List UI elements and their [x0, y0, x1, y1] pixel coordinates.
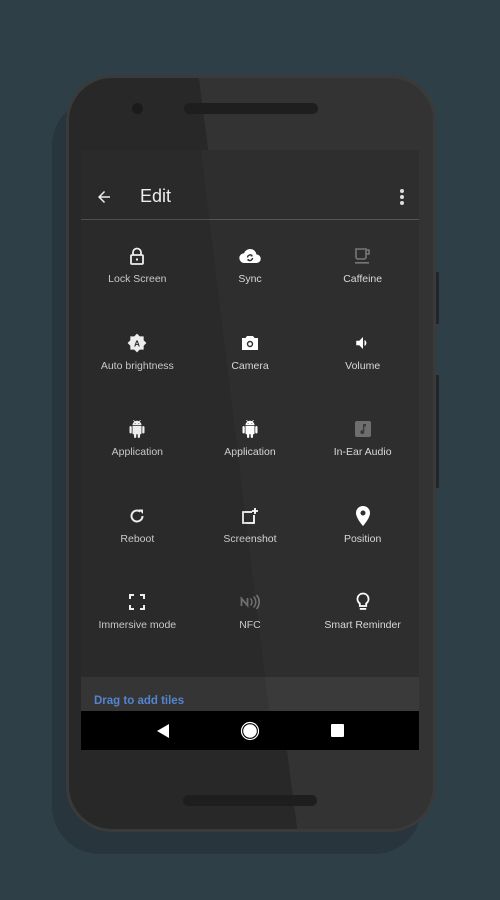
lock-icon	[126, 245, 148, 267]
tile-screenshot[interactable]: Screenshot	[194, 505, 307, 592]
tile-reboot[interactable]: Reboot	[81, 505, 194, 592]
volume-icon	[352, 332, 374, 354]
coffee-cup-icon	[352, 245, 374, 267]
tile-label: Lock Screen	[108, 273, 167, 285]
tile-label: Camera	[231, 359, 269, 372]
tile-label: Position	[343, 532, 382, 545]
app-bar: Edit	[81, 150, 419, 220]
tile-label: Caffeine	[343, 273, 383, 285]
phone-frame: Edit Lock Screen Sync Caffeine A Auto br…	[66, 75, 436, 832]
screenshot-add-icon	[239, 505, 261, 527]
page-title: Edit	[140, 186, 172, 206]
tile-in-ear-audio[interactable]: In-Ear Audio	[306, 418, 419, 505]
tile-label: Auto brightness	[100, 359, 174, 372]
lightbulb-icon	[352, 591, 374, 613]
location-pin-icon	[352, 505, 374, 527]
tile-smart-reminder[interactable]: Smart Reminder	[306, 591, 419, 678]
music-note-icon	[352, 418, 374, 440]
bottom-speaker	[183, 795, 317, 806]
nav-recents-icon[interactable]	[326, 720, 348, 742]
screen: Edit Lock Screen Sync Caffeine A Auto br…	[81, 150, 419, 750]
front-camera	[132, 103, 143, 114]
tile-label: Reboot	[120, 532, 155, 545]
tile-caffeine[interactable]: Caffeine	[306, 245, 419, 332]
reboot-icon	[126, 505, 148, 527]
drag-to-add-label: Drag to add tiles	[94, 695, 185, 707]
tile-position[interactable]: Position	[306, 505, 419, 592]
more-vert-icon[interactable]	[397, 187, 407, 207]
tile-volume[interactable]: Volume	[306, 332, 419, 419]
tile-label: Sync	[238, 273, 262, 285]
android-icon	[126, 418, 148, 440]
tile-label: In-Ear Audio	[333, 446, 392, 458]
earpiece-speaker	[184, 103, 318, 114]
tile-auto-brightness[interactable]: A Auto brightness	[81, 332, 194, 419]
tile-nfc[interactable]: NFC	[194, 591, 307, 678]
fullscreen-icon	[126, 591, 148, 613]
tile-label: Application	[111, 446, 164, 458]
tile-label: Application	[224, 446, 276, 458]
svg-text:A: A	[134, 338, 140, 348]
navigation-bar	[81, 711, 419, 750]
cloud-sync-icon	[239, 245, 261, 267]
tile-label: Screenshot	[223, 532, 277, 545]
nfc-icon	[239, 591, 261, 613]
tile-immersive-mode[interactable]: Immersive mode	[81, 591, 194, 678]
nav-home-icon[interactable]	[239, 720, 261, 742]
tile-label: NFC	[239, 619, 261, 631]
camera-icon	[239, 332, 261, 354]
tile-camera[interactable]: Camera	[194, 332, 307, 419]
tile-label: Immersive mode	[98, 619, 177, 631]
android-icon	[239, 418, 261, 440]
tile-application-2[interactable]: Application	[194, 418, 307, 505]
arrow-back-icon[interactable]	[95, 188, 113, 206]
tile-grid: Lock Screen Sync Caffeine A Auto brightn	[81, 245, 419, 678]
tile-application-1[interactable]: Application	[81, 418, 194, 505]
brightness-auto-icon: A	[126, 332, 148, 354]
tile-sync[interactable]: Sync	[194, 245, 307, 332]
tile-lock-screen[interactable]: Lock Screen	[81, 245, 194, 332]
tile-label: Volume	[345, 359, 381, 372]
nav-back-icon[interactable]	[152, 720, 174, 742]
tile-label: Smart Reminder	[324, 619, 401, 631]
